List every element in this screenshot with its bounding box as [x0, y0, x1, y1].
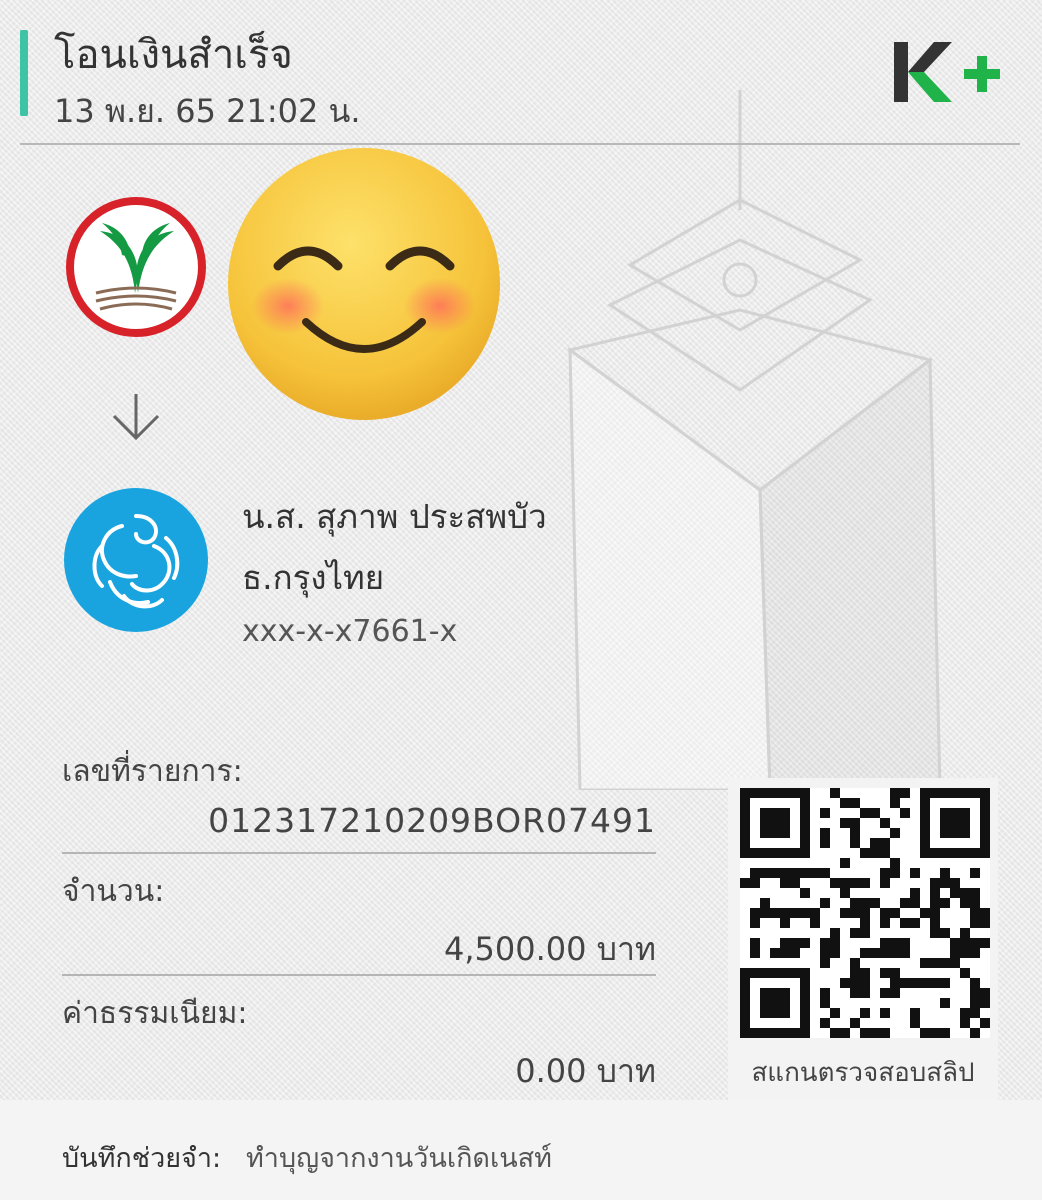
- smiling-face-emoji-icon: [228, 148, 500, 420]
- receiver-bank: ธ.กรุงไทย: [242, 558, 385, 597]
- transaction-datetime: 13 พ.ย. 65 21:02 น.: [54, 92, 361, 130]
- divider: [62, 974, 656, 976]
- fee-value: 0.00 บาท: [515, 1052, 656, 1090]
- kplus-logo: [894, 42, 1000, 102]
- header-divider: [20, 143, 1020, 145]
- building-watermark: [566, 90, 942, 790]
- amount-value: 4,500.00 บาท: [443, 930, 656, 968]
- header-accent-bar: [20, 30, 28, 116]
- page-title: โอนเงินสำเร็จ: [54, 32, 293, 78]
- memo-label: บันทึกช่วยจำ:: [62, 1143, 222, 1174]
- kasikorn-bank-icon: [66, 197, 206, 337]
- arrow-down-icon: [112, 394, 160, 441]
- krungthai-bank-icon: [64, 488, 208, 632]
- reference-number: 012317210209BOR07491: [208, 801, 656, 840]
- amount-label: จำนวน:: [62, 874, 165, 909]
- receiver-account: xxx-x-x7661-x: [242, 614, 458, 649]
- fee-label: ค่าธรรมเนียม:: [62, 996, 248, 1031]
- qr-caption: สแกนตรวจสอบสลิป: [751, 1058, 975, 1088]
- divider: [62, 852, 656, 854]
- receiver-name: น.ส. สุภาพ ประสพบัว: [242, 497, 547, 536]
- verification-qr-code[interactable]: [740, 788, 990, 1038]
- memo-value: ทำบุญจากงานวันเกิดเนสท์: [246, 1143, 552, 1174]
- reference-label: เลขที่รายการ:: [62, 754, 243, 789]
